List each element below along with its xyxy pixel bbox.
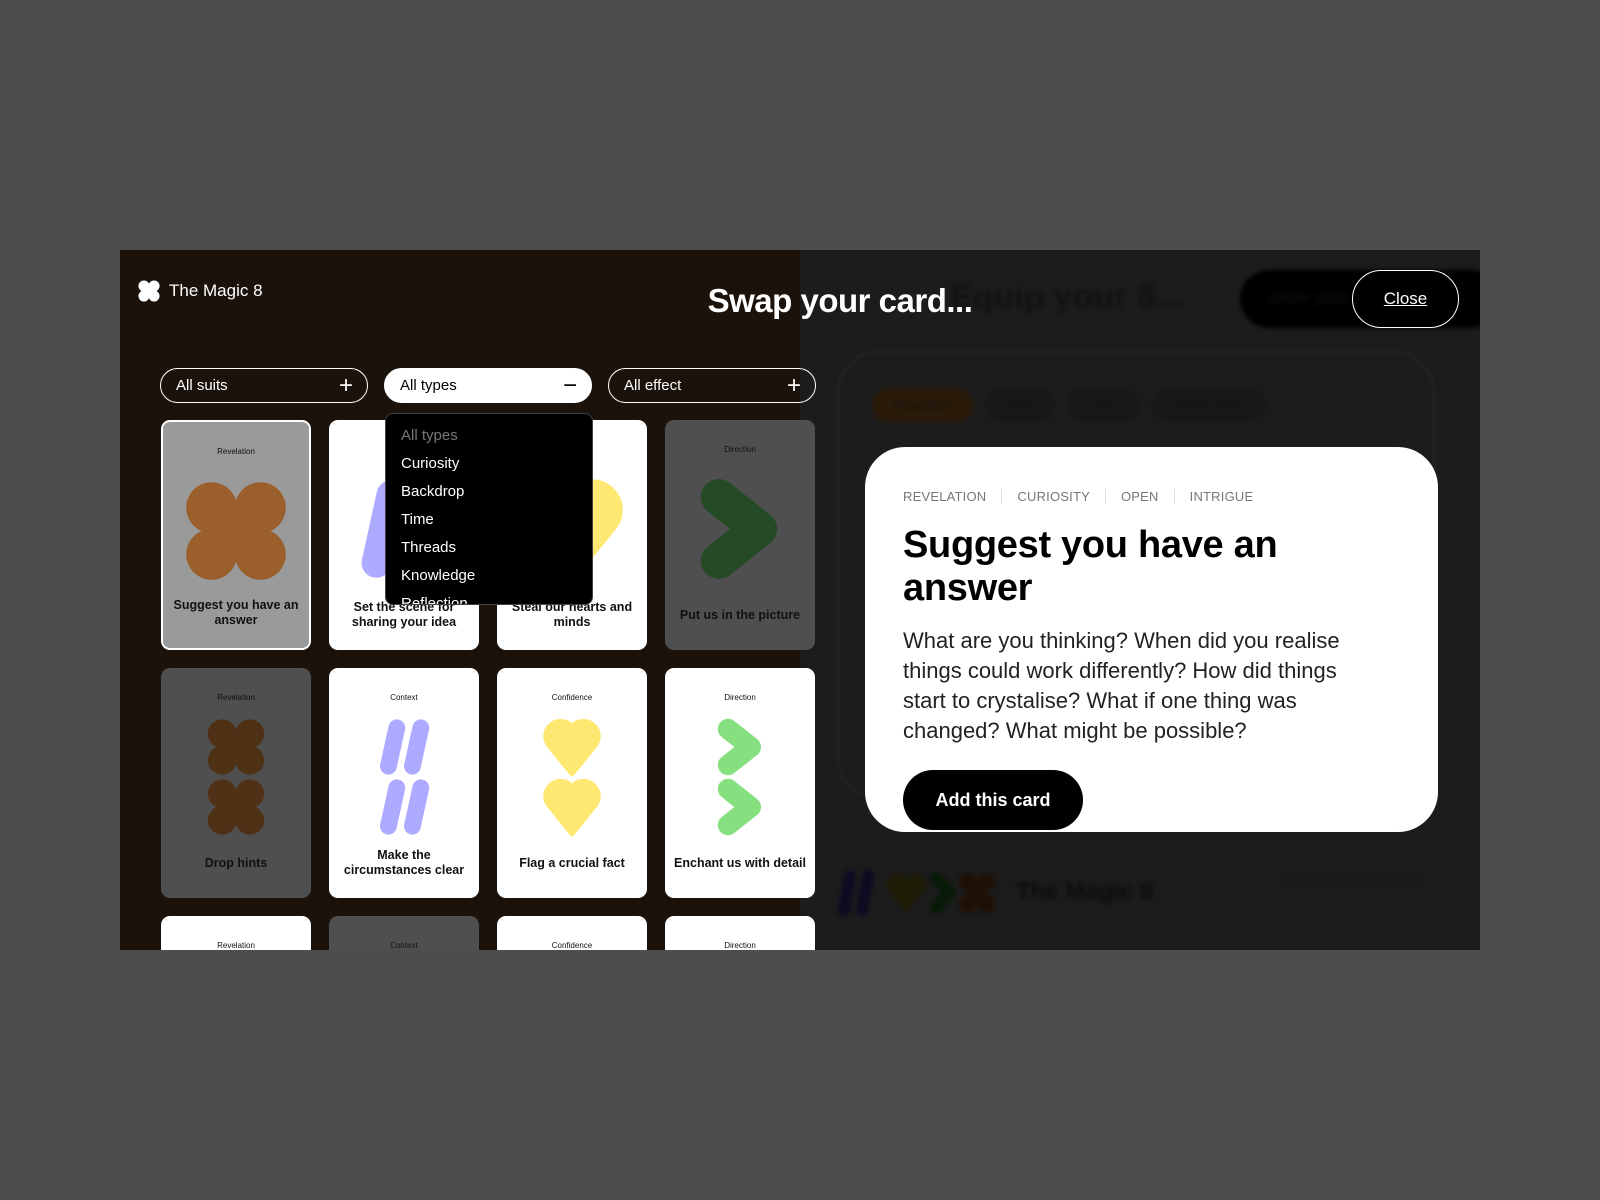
- card[interactable]: Direction Enchant us with detail: [665, 668, 815, 898]
- modal-title: Swap your card...: [707, 282, 973, 319]
- card-title: Suggest you have an answer: [173, 598, 299, 627]
- card[interactable]: Revelation: [161, 916, 311, 950]
- background-footer: The Magic 8: [836, 862, 1153, 922]
- card[interactable]: Revelation Suggest you have an answer: [161, 420, 311, 650]
- card[interactable]: Confidence Flag a crucial fact: [497, 668, 647, 898]
- dropdown-option-reflection[interactable]: Reflection: [401, 590, 577, 604]
- card-art: [163, 466, 309, 596]
- card-art: [161, 712, 311, 842]
- card-art: [329, 712, 479, 842]
- tag: OPEN: [1104, 489, 1174, 504]
- suit-icons: [838, 870, 995, 916]
- dropdown-option-time[interactable]: Time: [401, 506, 577, 534]
- card-detail: REVELATION CURIOSITY OPEN INTRIGUE Sugge…: [865, 447, 1438, 832]
- card-suit: Confidence: [551, 941, 593, 950]
- card[interactable]: Confidence: [497, 916, 647, 950]
- chevron-suit-icon: [717, 778, 761, 836]
- tag: CURIOSITY: [1001, 489, 1105, 504]
- plus-icon: +: [786, 371, 801, 399]
- card[interactable]: Direction: [665, 916, 815, 950]
- card-detail-body: What are you thinking? When did you real…: [903, 628, 1340, 743]
- filter-label: All suits: [176, 377, 228, 394]
- card-art: [665, 712, 815, 842]
- plus-icon: +: [338, 371, 353, 399]
- tag: REVELATION: [903, 489, 987, 504]
- background-tab: Revelation: [872, 388, 973, 422]
- card-suit: Context: [390, 941, 418, 950]
- card-suit: Confidence: [551, 693, 593, 702]
- close-button[interactable]: Close: [1352, 270, 1459, 328]
- x-suit-icon: [207, 719, 265, 775]
- add-card-button[interactable]: Add this card: [903, 770, 1083, 830]
- pill-suit-icon: [380, 719, 430, 775]
- card-suit: Context: [390, 693, 418, 702]
- card[interactable]: Context Make the circumstances clear: [329, 668, 479, 898]
- minus-icon: −: [562, 371, 577, 399]
- card-suit: Revelation: [217, 447, 255, 456]
- card-suit: Revelation: [217, 941, 255, 950]
- background-tabs: Revelation Time Logic Reassurance: [872, 388, 1267, 422]
- background-tab: Reassurance: [1151, 388, 1267, 422]
- card-art: [497, 712, 647, 842]
- card-suit: Direction: [724, 445, 756, 454]
- card-art: [665, 464, 815, 594]
- filter-suits[interactable]: All suits +: [160, 368, 368, 403]
- pill-suit-icon: [380, 779, 430, 835]
- card[interactable]: Direction Put us in the picture: [665, 420, 815, 650]
- chevron-suit-icon: [717, 718, 761, 776]
- filter-label: All effect: [624, 377, 682, 394]
- background-site-credit: Site by Bond & Coyne: [1285, 872, 1422, 888]
- dropdown-option-curiosity[interactable]: Curiosity: [401, 450, 577, 478]
- filter-effect[interactable]: All effect +: [608, 368, 816, 403]
- dropdown-option-all-types[interactable]: All types: [401, 422, 577, 450]
- card-title: Make the circumstances clear: [343, 848, 465, 877]
- swap-card-modal: Equip your 8... Order pack Revelation Ti…: [120, 250, 1480, 950]
- card-suit: Revelation: [217, 693, 255, 702]
- card-title: Put us in the picture: [679, 607, 801, 622]
- card-title: Drop hints: [204, 855, 268, 870]
- filter-types[interactable]: All types −: [384, 368, 592, 403]
- x-suit-icon: [186, 482, 286, 580]
- heart-suit-icon: [543, 778, 601, 837]
- dropdown-option-backdrop[interactable]: Backdrop: [401, 478, 577, 506]
- heart-suit-icon: [543, 718, 601, 777]
- card[interactable]: Revelation Drop hints: [161, 668, 311, 898]
- background-footer-name: The Magic 8: [1016, 878, 1154, 905]
- background-tab: Logic: [1066, 388, 1140, 422]
- background-tab: Time: [984, 388, 1055, 422]
- card-title: Flag a crucial fact: [519, 855, 625, 870]
- card-tags: REVELATION CURIOSITY OPEN INTRIGUE: [903, 489, 1400, 504]
- types-dropdown[interactable]: All types Curiosity Backdrop Time Thread…: [385, 413, 593, 605]
- filter-label: All types: [400, 377, 457, 394]
- dropdown-option-threads[interactable]: Threads: [401, 534, 577, 562]
- dropdown-option-knowledge[interactable]: Knowledge: [401, 562, 577, 590]
- card-suit: Direction: [724, 941, 756, 950]
- tag: INTRIGUE: [1173, 489, 1269, 504]
- x-suit-icon: [207, 779, 265, 835]
- card-title: Enchant us with detail: [674, 855, 806, 870]
- card-detail-title: Suggest you have an answer: [903, 524, 1278, 609]
- chevron-suit-icon: [700, 479, 778, 579]
- card-suit: Direction: [724, 693, 756, 702]
- card[interactable]: Context: [329, 916, 479, 950]
